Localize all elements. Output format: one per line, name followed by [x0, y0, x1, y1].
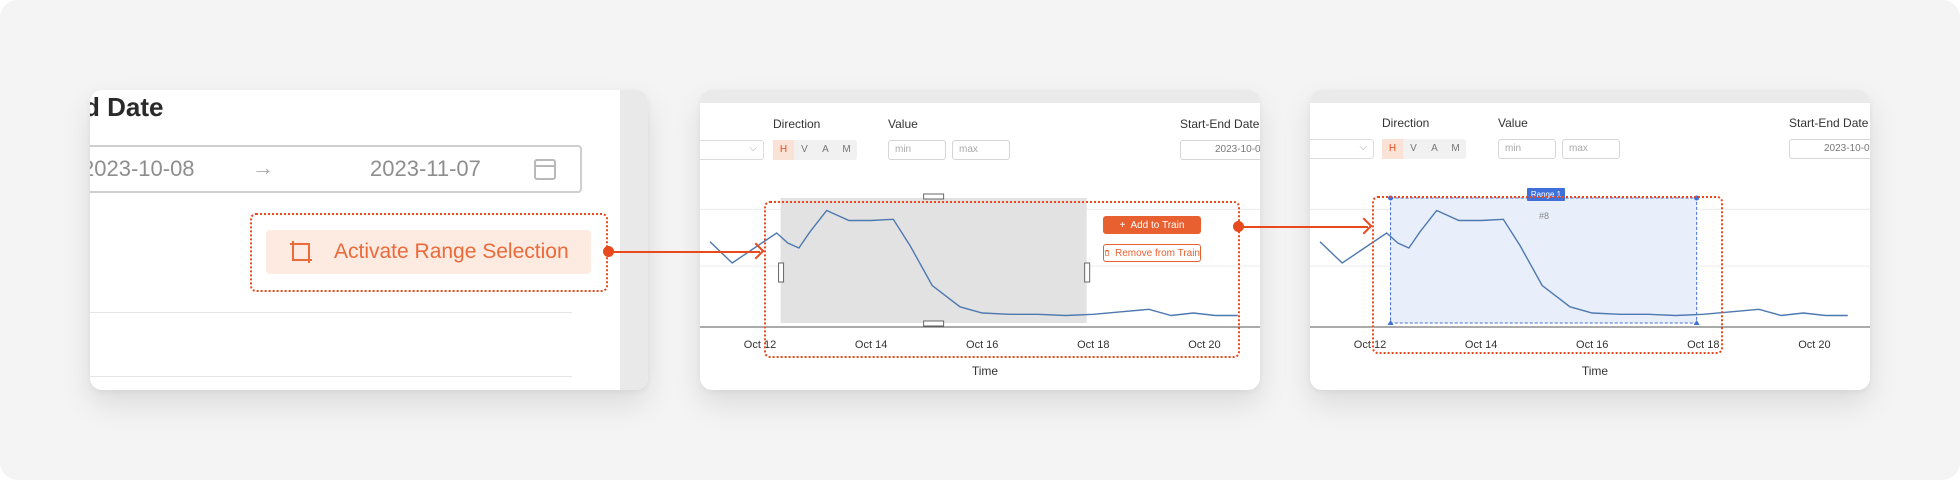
divider [90, 312, 572, 313]
x-tick-label: Oct 20 [1798, 339, 1830, 351]
divider [90, 376, 572, 377]
section-title: d Date [90, 92, 164, 122]
brush-handle-top[interactable] [923, 193, 945, 200]
highlight-activate-button [250, 213, 608, 292]
end-date-value: 2023-11-07 [370, 156, 481, 181]
highlight-brush-selection [764, 201, 1240, 358]
highlight-range-selection [1372, 196, 1723, 354]
date-range-input[interactable]: 2023-10-08 → 2023-11-07 [90, 145, 582, 193]
connector-line [608, 251, 760, 253]
x-axis-title: Time [972, 364, 999, 378]
connector-line [1238, 226, 1368, 228]
start-date-value: 2023-10-08 [90, 156, 195, 181]
scrollbar[interactable] [620, 90, 648, 390]
calendar-icon[interactable] [534, 159, 556, 180]
canvas: d Date 2023-10-08 → 2023-11-07 Activate … [0, 0, 1960, 480]
arrow-right-icon: → [252, 155, 274, 180]
x-axis-title: Time [1582, 364, 1609, 378]
